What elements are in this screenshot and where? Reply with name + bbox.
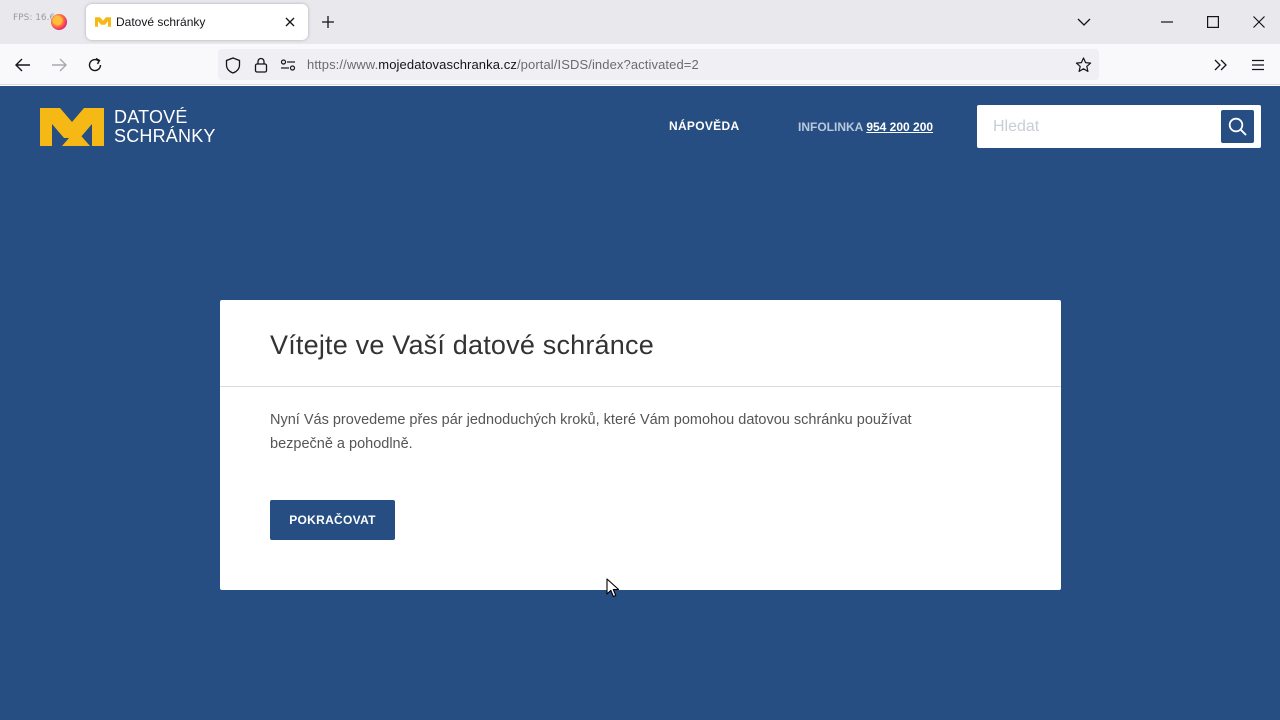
url-path: /portal/ISDS/index?activated=2 — [516, 57, 699, 72]
logo-text: DATOVÉ SCHRÁNKY — [114, 108, 216, 146]
lock-icon[interactable] — [252, 56, 270, 74]
back-icon[interactable] — [12, 54, 34, 76]
site-logo[interactable]: DATOVÉ SCHRÁNKY — [40, 108, 216, 148]
maximize-icon[interactable] — [1203, 12, 1223, 32]
welcome-title: Vítejte ve Vaší datové schránce — [270, 330, 654, 360]
search-icon — [1228, 117, 1247, 136]
overflow-chevron-icon[interactable] — [1210, 54, 1232, 76]
list-all-tabs-icon[interactable] — [1074, 12, 1094, 32]
infolinka: INFOLINKA 954 200 200 — [798, 120, 933, 134]
page-body: DATOVÉ SCHRÁNKY NÁPOVĚDA INFOLINKA 954 20… — [0, 86, 1280, 720]
new-tab-icon[interactable] — [318, 12, 338, 32]
minimize-icon[interactable] — [1157, 12, 1177, 32]
close-window-icon[interactable] — [1249, 12, 1269, 32]
close-tab-icon[interactable] — [280, 12, 300, 32]
card-divider — [220, 386, 1061, 387]
fps-counter: FPS: 16.6 — [13, 13, 56, 23]
search-button[interactable] — [1221, 110, 1254, 143]
reload-icon[interactable] — [84, 54, 106, 76]
firefox-icon — [51, 14, 67, 30]
continue-button[interactable]: POKRAČOVAT — [270, 500, 395, 540]
mouse-cursor-icon — [606, 578, 620, 598]
logo-line2: SCHRÁNKY — [114, 126, 216, 146]
infolinka-phone-link[interactable]: 954 200 200 — [866, 120, 933, 134]
bookmark-star-icon[interactable] — [1074, 56, 1092, 74]
url-prefix: https://www. — [307, 57, 379, 72]
search-box — [977, 105, 1261, 148]
tracking-protection-shield-icon[interactable] — [224, 56, 242, 74]
menu-hamburger-icon[interactable] — [1247, 54, 1269, 76]
browser-tab[interactable]: Datové schránky — [86, 4, 308, 40]
search-input[interactable] — [977, 105, 1217, 148]
welcome-text: Nyní Vás provedeme přes pár jednoduchých… — [270, 412, 912, 452]
logo-line1: DATOVÉ — [114, 107, 188, 127]
forward-icon[interactable] — [48, 54, 70, 76]
datove-schranky-logo-icon — [40, 108, 104, 146]
site-permissions-icon[interactable] — [279, 56, 297, 74]
datove-schranky-favicon-icon — [95, 17, 111, 27]
url-host: mojedatovaschranka.cz — [378, 57, 517, 72]
browser-nav-bar: https://www.mojedatovaschranka.cz/portal… — [0, 44, 1280, 85]
welcome-card: Vítejte ve Vaší datové schránce Nyní Vás… — [220, 300, 1061, 590]
infolinka-label: INFOLINKA — [798, 120, 864, 134]
address-bar[interactable]: https://www.mojedatovaschranka.cz/portal… — [218, 49, 1099, 80]
url-text[interactable]: https://www.mojedatovaschranka.cz/portal… — [307, 57, 699, 72]
browser-tab-bar: FPS: 16.6 Datové schránky — [0, 0, 1280, 44]
help-link[interactable]: NÁPOVĚDA — [669, 119, 739, 133]
tab-title: Datové schránky — [116, 15, 206, 29]
